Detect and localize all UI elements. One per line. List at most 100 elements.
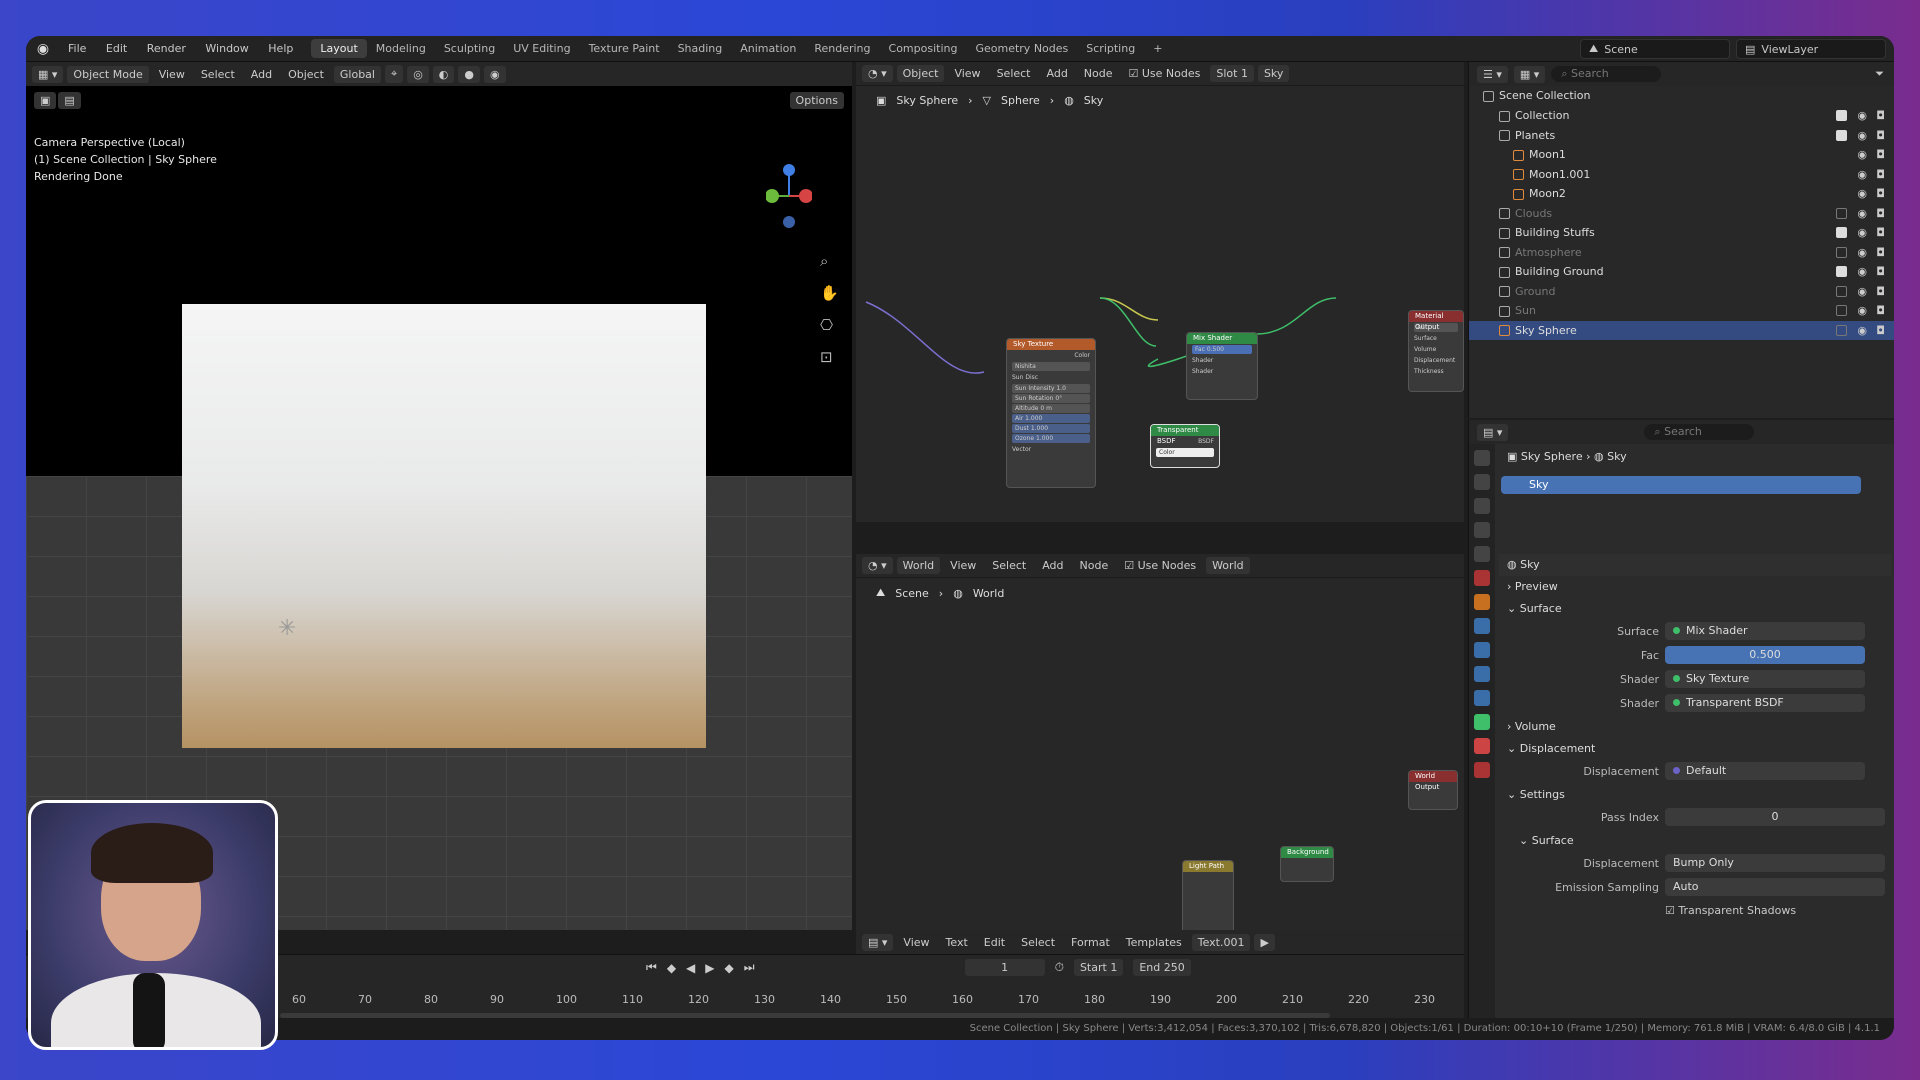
- text-menu-select[interactable]: Select: [1015, 934, 1061, 951]
- outliner-search[interactable]: ⌕ Search: [1551, 66, 1662, 82]
- orientation-dropdown[interactable]: Global: [333, 65, 381, 83]
- menu-window[interactable]: Window: [197, 42, 256, 55]
- world-tab-icon[interactable]: [1474, 570, 1490, 586]
- visibility-eye-icon[interactable]: ◉: [1857, 106, 1867, 125]
- air-field[interactable]: Air 1.000: [1012, 414, 1090, 423]
- transparent-bsdf-node[interactable]: Transparent BSDF BSDF Color: [1150, 424, 1220, 468]
- tab-scripting[interactable]: Scripting: [1077, 39, 1144, 58]
- properties-type-icon[interactable]: ▤ ▾: [1477, 423, 1509, 441]
- camera-icon[interactable]: ⎔: [820, 316, 839, 334]
- section-settings-surface[interactable]: ⌄ Surface: [1499, 830, 1891, 852]
- jump-start-icon[interactable]: ⏮: [646, 960, 657, 975]
- dust-field[interactable]: Dust 1.000: [1012, 424, 1090, 433]
- modifier-tab-icon[interactable]: [1474, 618, 1490, 634]
- render-tab-icon[interactable]: [1474, 474, 1490, 490]
- tool-tab-icon[interactable]: [1474, 450, 1490, 466]
- navigation-gizmo[interactable]: [766, 162, 812, 262]
- visibility-eye-icon[interactable]: ◉: [1857, 204, 1867, 223]
- display-mode-icon[interactable]: ▦ ▾: [1513, 65, 1546, 83]
- tab-modeling[interactable]: Modeling: [367, 39, 435, 58]
- render-camera-icon[interactable]: ◘: [1876, 184, 1885, 203]
- section-settings[interactable]: ⌄ Settings: [1499, 784, 1891, 806]
- editor-type-button[interactable]: ▦ ▾: [32, 65, 64, 83]
- world-editor-type-icon[interactable]: ◔ ▾: [862, 557, 893, 574]
- render-camera-icon[interactable]: ◘: [1876, 321, 1885, 340]
- properties-search[interactable]: ⌕ Search: [1644, 424, 1755, 440]
- exclude-checkbox[interactable]: [1836, 285, 1847, 297]
- proportional-icon[interactable]: ◎: [407, 65, 429, 83]
- object-tab-icon[interactable]: [1474, 594, 1490, 610]
- outliner-row[interactable]: Building Ground ◉ ◘: [1469, 262, 1894, 281]
- world-menu-add[interactable]: Add: [1036, 557, 1069, 574]
- output-surface-socket[interactable]: Surface: [1409, 333, 1463, 344]
- mix-shader-node[interactable]: Mix Shader Fac 0.500 Shader Shader: [1186, 332, 1258, 400]
- mix-shader-input-1[interactable]: Shader: [1187, 355, 1257, 366]
- physics-tab-icon[interactable]: [1474, 666, 1490, 682]
- pass-index-field[interactable]: 0: [1665, 808, 1885, 826]
- shading-solid-icon[interactable]: ●: [458, 65, 481, 83]
- sun-light-icon[interactable]: ✳: [278, 616, 296, 641]
- render-camera-icon[interactable]: ◘: [1876, 243, 1885, 262]
- outliner[interactable]: ☰ ▾ ▦ ▾ ⌕ Search ⏷ Scene Collection Coll…: [1468, 62, 1894, 418]
- visibility-eye-icon[interactable]: ◉: [1857, 282, 1867, 301]
- filter-icon[interactable]: ⏷: [1875, 67, 1884, 81]
- output-thickness-socket[interactable]: Thickness: [1409, 366, 1463, 377]
- shader-editor[interactable]: ◔ ▾ Object View Select Add Node ☑ Use No…: [856, 62, 1464, 522]
- scene-tab-icon[interactable]: [1474, 546, 1490, 562]
- zoom-icon[interactable]: ⌕: [820, 252, 839, 270]
- render-camera-icon[interactable]: ◘: [1876, 223, 1885, 242]
- altitude-field[interactable]: Altitude 0 m: [1012, 404, 1090, 413]
- current-frame-field[interactable]: 1: [964, 959, 1045, 976]
- sky-texture-color-socket[interactable]: Color: [1007, 350, 1095, 361]
- world-menu-select[interactable]: Select: [986, 557, 1032, 574]
- exclude-checkbox[interactable]: [1836, 110, 1847, 121]
- world-node-editor[interactable]: ◔ ▾ World View Select Add Node ☑ Use Nod…: [856, 554, 1464, 950]
- sky-texture-node[interactable]: Sky Texture Color Nishita Sun Disc Sun I…: [1006, 338, 1096, 488]
- viewport-menu-select[interactable]: Select: [195, 66, 241, 83]
- blender-logo-icon[interactable]: ◉: [34, 40, 52, 58]
- exclude-checkbox[interactable]: [1836, 207, 1847, 219]
- exclude-checkbox[interactable]: [1836, 324, 1847, 336]
- run-script-icon[interactable]: ▶: [1254, 933, 1275, 951]
- exclude-checkbox[interactable]: [1836, 305, 1847, 316]
- lock-icon[interactable]: ⊡: [820, 348, 839, 366]
- snap-icon[interactable]: ⌖: [384, 65, 404, 83]
- material-datablock[interactable]: ◍ Sky: [1499, 554, 1891, 576]
- outliner-row[interactable]: Clouds ◉ ◘: [1469, 204, 1894, 223]
- output-volume-socket[interactable]: Volume: [1409, 344, 1463, 355]
- viewport-menu-view[interactable]: View: [153, 66, 191, 83]
- tab-texture-paint[interactable]: Texture Paint: [580, 39, 669, 58]
- outliner-row[interactable]: Moon1.001 ◉ ◘: [1469, 165, 1894, 184]
- shader1-field[interactable]: Sky Texture: [1665, 670, 1865, 688]
- menu-edit[interactable]: Edit: [98, 42, 135, 55]
- sky-type-dropdown[interactable]: Nishita: [1012, 362, 1090, 371]
- exclude-checkbox[interactable]: [1836, 266, 1847, 277]
- world-output-node[interactable]: World Output: [1408, 770, 1458, 810]
- output-tab-icon[interactable]: [1474, 498, 1490, 514]
- render-camera-icon[interactable]: ◘: [1876, 301, 1885, 320]
- tab-geometry-nodes[interactable]: Geometry Nodes: [966, 39, 1077, 58]
- shader2-field[interactable]: Transparent BSDF: [1665, 694, 1865, 712]
- emission-sampling-dropdown[interactable]: Auto: [1665, 878, 1885, 896]
- surface-shader-field[interactable]: Mix Shader: [1665, 622, 1865, 640]
- visibility-eye-icon[interactable]: ◉: [1857, 262, 1867, 281]
- prev-keyframe-icon[interactable]: ◆: [667, 961, 676, 975]
- outliner-type-icon[interactable]: ☰ ▾: [1477, 65, 1508, 83]
- section-volume[interactable]: › Volume: [1499, 716, 1891, 738]
- data-tab-icon[interactable]: [1474, 714, 1490, 730]
- text-file-dropdown[interactable]: Text.001: [1191, 933, 1251, 951]
- mix-shader-input-2[interactable]: Shader: [1187, 366, 1257, 377]
- select-extend-icon[interactable]: ▤: [58, 92, 81, 109]
- shading-rendered-icon[interactable]: ◉: [484, 65, 506, 83]
- material-tab-icon[interactable]: [1474, 738, 1490, 754]
- tab-sculpting[interactable]: Sculpting: [435, 39, 504, 58]
- play-icon[interactable]: ▶: [705, 961, 714, 975]
- render-camera-icon[interactable]: ◘: [1876, 262, 1885, 281]
- render-camera-icon[interactable]: ◘: [1876, 165, 1885, 184]
- render-camera-icon[interactable]: ◘: [1876, 126, 1885, 145]
- visibility-eye-icon[interactable]: ◉: [1857, 184, 1867, 203]
- exclude-checkbox[interactable]: [1836, 246, 1847, 258]
- menu-render[interactable]: Render: [139, 42, 194, 55]
- visibility-eye-icon[interactable]: ◉: [1857, 145, 1867, 164]
- end-frame-field[interactable]: End 250: [1133, 959, 1191, 976]
